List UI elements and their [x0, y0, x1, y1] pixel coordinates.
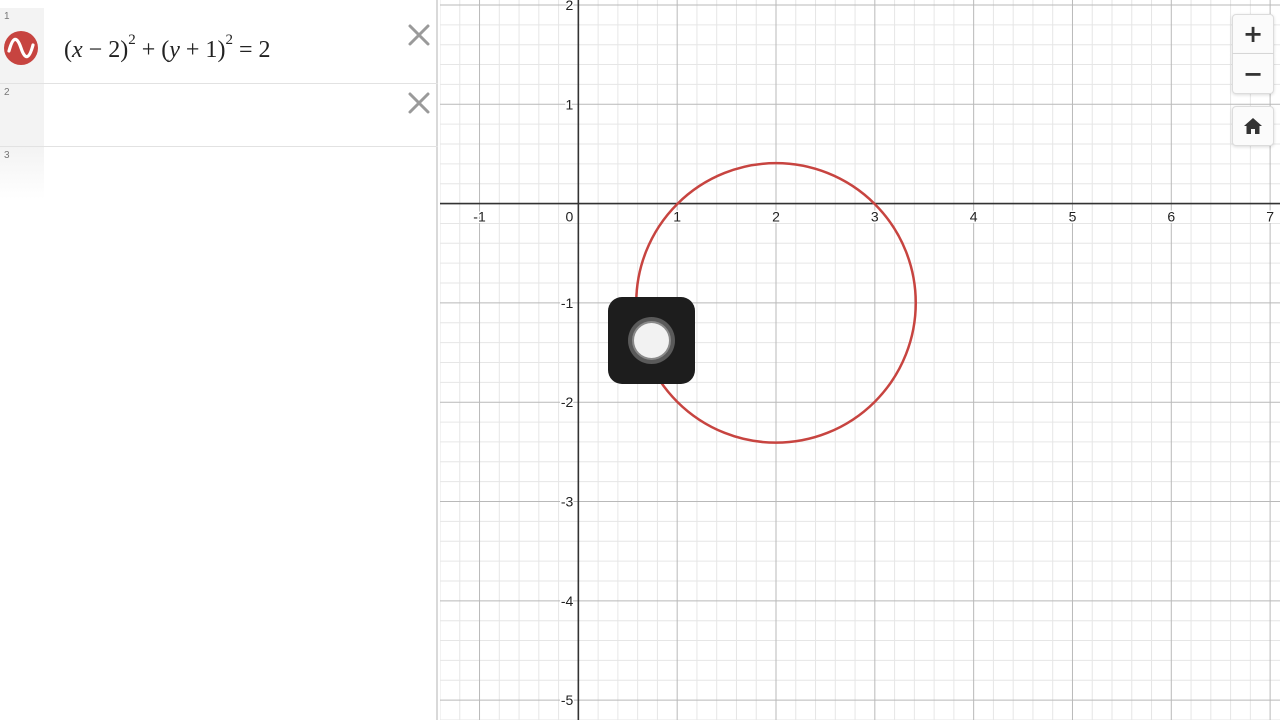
- expression-number: 3: [4, 150, 10, 161]
- expression-math[interactable]: (x − 2)2 + (y + 1)2 = 2: [64, 32, 271, 64]
- math-exponent: 2: [225, 32, 233, 48]
- x-tick-label: 7: [1266, 209, 1274, 225]
- expression-gutter: 3: [0, 147, 44, 199]
- math-exponent: 2: [128, 32, 136, 48]
- math-term: + 1: [179, 37, 218, 63]
- expression-gutter: 1: [0, 8, 44, 83]
- graph-paper[interactable]: -1 0 1 2 3 4 5 6 7 2 1 -1 -2 -3 -4 -5: [440, 0, 1280, 720]
- y-tick-label: -1: [561, 295, 574, 311]
- expression-gutter: 2: [0, 84, 44, 146]
- delete-expression-icon[interactable]: [406, 90, 432, 116]
- zoom-out-button[interactable]: −: [1232, 54, 1274, 94]
- delete-expression-icon[interactable]: [406, 22, 432, 48]
- y-tick-label: -3: [561, 494, 574, 510]
- expression-row-3[interactable]: 3: [0, 147, 438, 199]
- x-tick-label: 6: [1167, 209, 1175, 225]
- tick-labels: -1 0 1 2 3 4 5 6 7 2 1 -1 -2 -3 -4 -5: [472, 0, 1276, 710]
- y-tick-label: -4: [561, 593, 574, 609]
- zoom-in-button[interactable]: +: [1232, 14, 1274, 54]
- math-paren: ): [120, 37, 129, 63]
- record-icon-inner: [634, 323, 669, 358]
- math-paren: (: [64, 37, 72, 63]
- default-viewport-button[interactable]: [1232, 106, 1274, 146]
- expression-row-2[interactable]: 2: [0, 84, 438, 147]
- x-tick-label: -1: [473, 209, 486, 225]
- minus-icon: −: [1242, 59, 1264, 88]
- screen-record-button[interactable]: [608, 297, 695, 384]
- math-term: − 2: [82, 37, 121, 63]
- x-tick-label: 2: [772, 209, 780, 225]
- math-var-y: y: [169, 37, 180, 63]
- expression-list: 1 (x − 2)2 + (y + 1)2 = 2 2 3: [0, 0, 438, 720]
- expression-number: 1: [4, 11, 10, 22]
- x-tick-label: 1: [673, 209, 681, 225]
- home-icon: [1244, 118, 1262, 134]
- y-tick-label: 2: [566, 0, 574, 13]
- math-term: + (: [135, 37, 170, 63]
- x-tick-label: 3: [871, 209, 879, 225]
- y-tick-label: 1: [566, 96, 574, 112]
- x-tick-label: 5: [1069, 209, 1077, 225]
- desmos-graph-icon[interactable]: [3, 30, 39, 66]
- x-tick-label: 0: [565, 209, 573, 225]
- y-tick-label: -2: [561, 394, 574, 410]
- expression-number: 2: [4, 87, 10, 98]
- math-var-x: x: [72, 37, 83, 63]
- record-icon: [628, 317, 675, 364]
- y-tick-label: -5: [561, 692, 574, 708]
- expression-row-1[interactable]: 1 (x − 2)2 + (y + 1)2 = 2: [0, 8, 438, 84]
- x-tick-label: 4: [970, 209, 978, 225]
- plus-icon: +: [1242, 20, 1264, 48]
- math-term: = 2: [232, 37, 271, 63]
